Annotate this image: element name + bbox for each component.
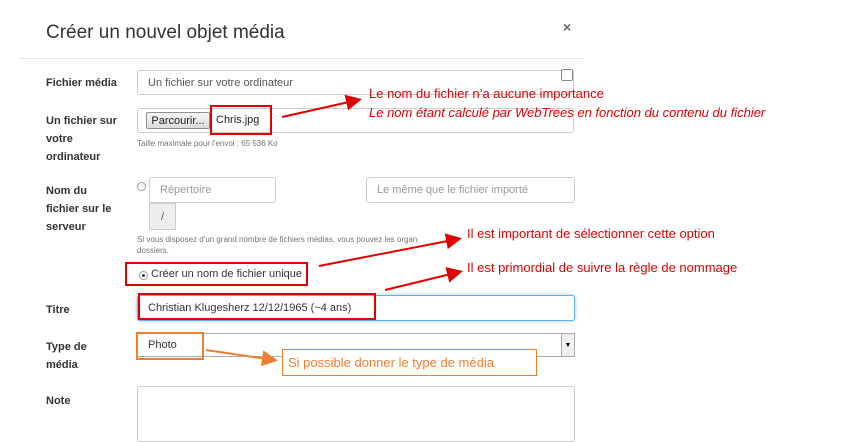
filename-note-line2: Le nom étant calculé par WebTrees en fon… (369, 105, 766, 120)
filename-note-line1: Le nom du fichier n’a aucune importance (369, 86, 604, 101)
type-arrow (205, 349, 278, 367)
option-arrow (318, 233, 462, 267)
option-note: Il est important de sélectionner cette o… (467, 226, 715, 241)
type-note-callout: Si possible donner le type de média (282, 349, 537, 376)
filename-arrow (281, 94, 362, 118)
naming-arrow (384, 267, 463, 291)
naming-note: Il est primordial de suivre la règle de … (467, 260, 738, 275)
